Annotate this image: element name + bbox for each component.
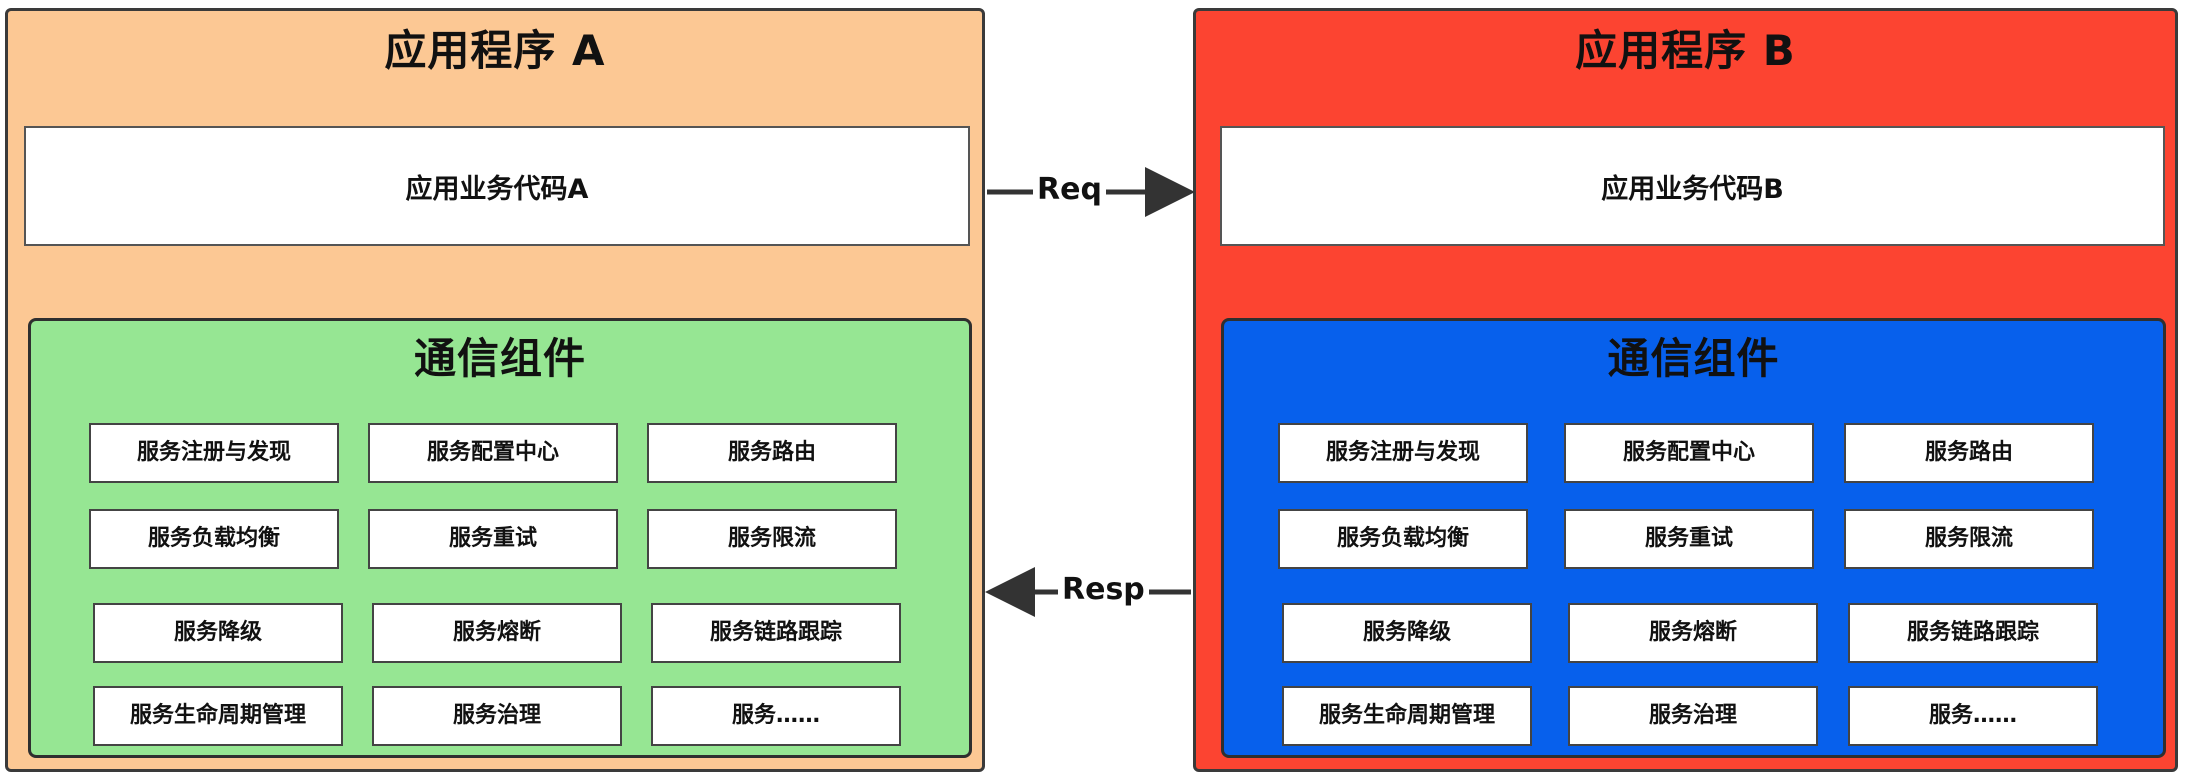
architecture-diagram: 应用程序 A 应用业务代码A 通信组件 服务注册与发现 服务配置中心 服务路由 …	[0, 0, 2188, 780]
connector-arrows	[985, 167, 1195, 617]
response-label: Resp	[1058, 572, 1149, 607]
request-label: Req	[1033, 172, 1106, 207]
